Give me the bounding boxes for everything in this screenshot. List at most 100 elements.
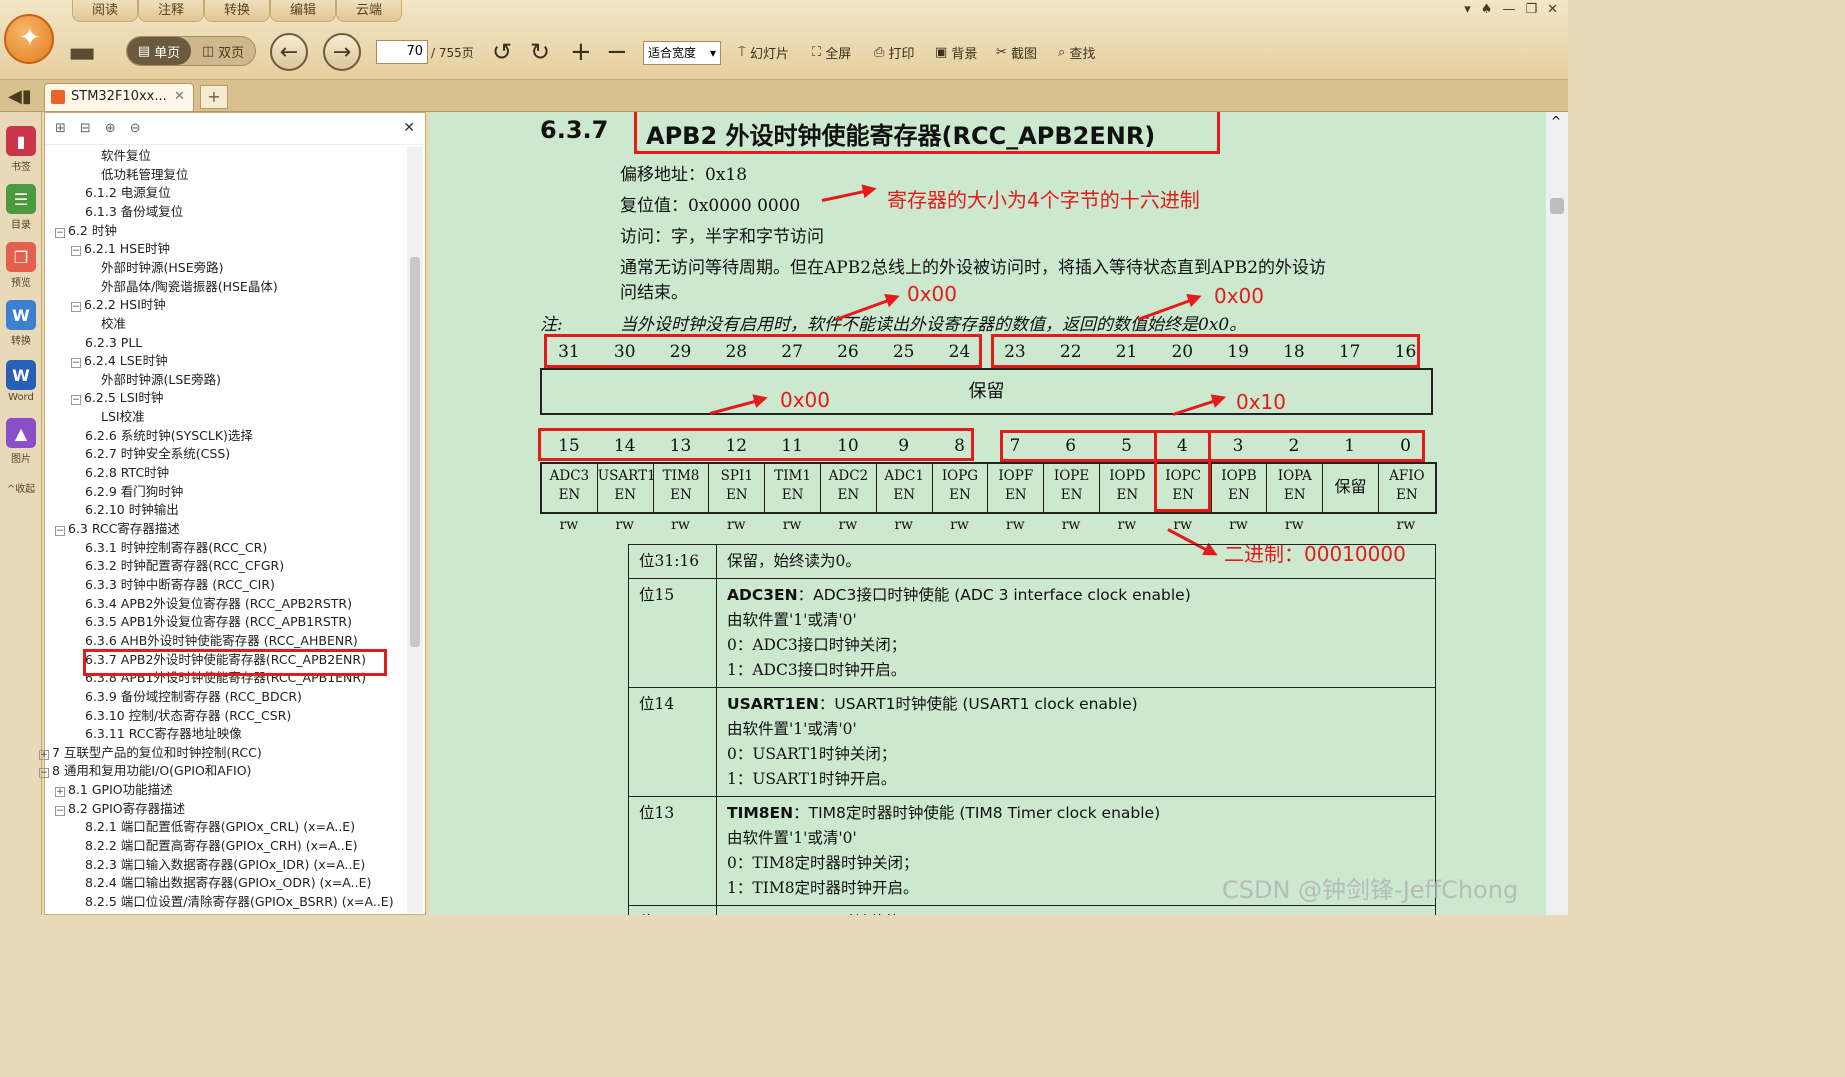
skin-icon[interactable]: ♠ (1481, 2, 1493, 17)
toc-item[interactable]: 6.1.2 电源复位 (85, 184, 171, 202)
zoom-select[interactable]: 适合宽度 (643, 41, 721, 65)
new-tab-button[interactable]: + (200, 85, 228, 109)
fullscreen-button[interactable]: ⛶ 全屏 (812, 34, 851, 70)
toc-item[interactable]: 8.2.2 端口配置高寄存器(GPIOx_CRH) (x=A..E) (85, 837, 358, 855)
expand-icon[interactable]: + (55, 787, 65, 798)
rail-preview[interactable]: ❐ 预览 (4, 242, 38, 289)
find-button[interactable]: ⌕ 查找 (1058, 34, 1095, 70)
slideshow-button[interactable]: ⍑ 幻灯片 (738, 34, 789, 70)
single-page-button[interactable]: ▤ 单页 (127, 37, 191, 65)
toc-item[interactable]: 8.2.3 端口输入数据寄存器(GPIOx_IDR) (x=A..E) (85, 856, 365, 874)
toc-item[interactable]: 6.1.3 备份域复位 (85, 203, 183, 221)
toc-item[interactable]: 6.3.1 时钟控制寄存器(RCC_CR) (85, 539, 267, 557)
collapse-icon[interactable]: − (39, 768, 49, 779)
collapse-icon[interactable]: − (71, 358, 81, 369)
expand-icon[interactable]: + (39, 749, 49, 760)
toc-item[interactable]: LSI校准 (101, 408, 145, 426)
toc-item[interactable]: 校准 (101, 315, 126, 333)
toc-item[interactable]: 低功耗管理复位 (101, 166, 189, 184)
toc-item[interactable]: −6.2.2 HSI时钟 (71, 296, 166, 314)
toc-item[interactable]: 6.3.4 APB2外设复位寄存器 (RCC_APB2RSTR) (85, 595, 352, 613)
document-scrollbar[interactable]: ^ (1546, 112, 1568, 915)
toc-item[interactable]: 6.3.3 时钟中断寄存器 (RCC_CIR) (85, 576, 275, 594)
collapse-icon[interactable]: − (71, 302, 81, 313)
toc-item[interactable]: 6.3.5 APB1外设复位寄存器 (RCC_APB1RSTR) (85, 613, 352, 631)
toc-scrollbar[interactable] (407, 147, 423, 913)
rail-toc[interactable]: ☰ 目录 (4, 184, 38, 231)
toc-scroll-thumb[interactable] (410, 257, 420, 647)
rail-image[interactable]: ▲ 图片 (4, 418, 38, 465)
print-button[interactable]: ⎙ 打印 (874, 34, 915, 70)
rail-word[interactable]: W Word (4, 360, 38, 403)
rotate-right-icon[interactable]: ↻ (530, 34, 550, 70)
scroll-up-icon[interactable]: ^ (1551, 114, 1561, 128)
toc-item[interactable]: 6.3.10 控制/状态寄存器 (RCC_CSR) (85, 707, 291, 725)
menu-tab-cloud[interactable]: 云端 (336, 0, 402, 22)
rotate-left-icon[interactable]: ↺ (492, 34, 512, 70)
collapse-icon[interactable]: − (55, 526, 65, 536)
toc-item[interactable]: 6.3.6 AHB外设时钟使能寄存器 (RCC_AHBENR) (85, 632, 358, 650)
toc-item[interactable]: 6.3.11 RCC寄存器地址映像 (85, 725, 242, 743)
toc-item[interactable]: 软件复位 (101, 147, 151, 165)
bit-range: 位13 (628, 796, 717, 906)
toc-item[interactable]: 外部晶体/陶瓷谐振器(HSE晶体) (101, 278, 278, 296)
close-tab-icon[interactable]: ✕ (174, 84, 185, 110)
add-bookmark-icon[interactable]: ⊕ (105, 121, 116, 136)
menu-tab-annotate[interactable]: 注释 (138, 0, 204, 22)
toc-item[interactable]: 8.2.1 端口配置低寄存器(GPIOx_CRL) (x=A..E) (85, 818, 355, 836)
collapse-icon[interactable]: − (55, 227, 65, 238)
background-button[interactable]: ▣ 背景 (935, 34, 977, 70)
delete-bookmark-icon[interactable]: ⊖ (130, 121, 141, 136)
collapse-icon[interactable]: − (71, 246, 81, 257)
toc-item[interactable]: −6.2.4 LSE时钟 (71, 352, 168, 370)
page-number-input[interactable]: 70 (376, 40, 428, 64)
prev-page-button[interactable]: ← (270, 33, 308, 71)
rail-collapse[interactable]: ^收起 (4, 480, 38, 495)
toc-item[interactable]: 6.3.9 备份域控制寄存器 (RCC_BDCR) (85, 688, 302, 706)
toc-item[interactable]: 6.3.2 时钟配置寄存器(RCC_CFGR) (85, 557, 284, 575)
toc-item[interactable]: 6.2.8 RTC时钟 (85, 464, 169, 482)
toc-item[interactable]: −8 通用和复用功能I/O(GPIO和AFIO) (39, 762, 251, 780)
menu-tab-read[interactable]: 阅读 (72, 0, 138, 22)
next-page-button[interactable]: → (323, 33, 361, 71)
dropdown-icon[interactable]: ▾ (1464, 2, 1471, 17)
rail-bookmarks[interactable]: ▮ 书签 (4, 126, 38, 173)
toc-item[interactable]: 6.2.6 系统时钟(SYSCLK)选择 (85, 427, 253, 445)
open-folder-button[interactable]: ▬ (68, 34, 96, 70)
collapse-all-icon[interactable]: ⊟ (80, 121, 91, 136)
toc-item[interactable]: 8.2.4 端口输出数据寄存器(GPIOx_ODR) (x=A..E) (85, 874, 371, 892)
menu-tab-edit[interactable]: 编辑 (270, 0, 336, 22)
toc-item[interactable]: 6.2.9 看门狗时钟 (85, 483, 183, 501)
zoom-in-icon[interactable]: + (570, 34, 592, 70)
toc-item[interactable]: +8.1 GPIO功能描述 (55, 781, 173, 799)
register-field-cell: ADC3 EN (542, 464, 598, 512)
rail-convert[interactable]: W 转换 (4, 300, 38, 347)
minimize-icon[interactable]: — (1502, 2, 1515, 17)
collapse-icon[interactable]: − (55, 805, 65, 816)
toc-item[interactable]: +7 互联型产品的复位和时钟控制(RCC) (39, 744, 262, 762)
toc-item[interactable]: −6.3 RCC寄存器描述 (55, 520, 180, 538)
zoom-out-icon[interactable]: − (606, 34, 628, 70)
toc-item[interactable]: −6.2.5 LSI时钟 (71, 389, 163, 407)
document-tab[interactable]: STM32F10xx... ✕ (44, 83, 194, 111)
app-logo-icon[interactable] (4, 14, 54, 64)
toc-item[interactable]: 8.2.5 端口位设置/清除寄存器(GPIOx_BSRR) (x=A..E) (85, 893, 394, 911)
toc-item[interactable]: 外部时钟源(HSE旁路) (101, 259, 224, 277)
toc-item[interactable]: −8.2 GPIO寄存器描述 (55, 800, 185, 818)
collapse-panel-icon[interactable]: ◀▮ (8, 86, 32, 107)
screenshot-button[interactable]: ✂ 截图 (996, 34, 1037, 70)
menu-tab-convert[interactable]: 转换 (204, 0, 270, 22)
document-scroll-thumb[interactable] (1550, 198, 1564, 214)
toc-item[interactable]: 6.2.7 时钟安全系统(CSS) (85, 445, 230, 463)
collapse-icon[interactable]: − (71, 395, 81, 406)
toc-item[interactable]: −6.2.1 HSE时钟 (71, 240, 170, 258)
expand-all-icon[interactable]: ⊞ (55, 121, 66, 136)
toc-item[interactable]: 6.2.10 时钟输出 (85, 501, 179, 519)
toc-item[interactable]: −6.2 时钟 (55, 222, 117, 240)
toc-item[interactable]: 外部时钟源(LSE旁路) (101, 371, 221, 389)
double-page-button[interactable]: ◫ 双页 (191, 37, 255, 65)
close-panel-icon[interactable]: ✕ (403, 120, 415, 136)
close-icon[interactable]: ✕ (1547, 2, 1558, 17)
toc-item[interactable]: 6.2.3 PLL (85, 334, 142, 352)
maximize-icon[interactable]: ❐ (1525, 2, 1537, 17)
